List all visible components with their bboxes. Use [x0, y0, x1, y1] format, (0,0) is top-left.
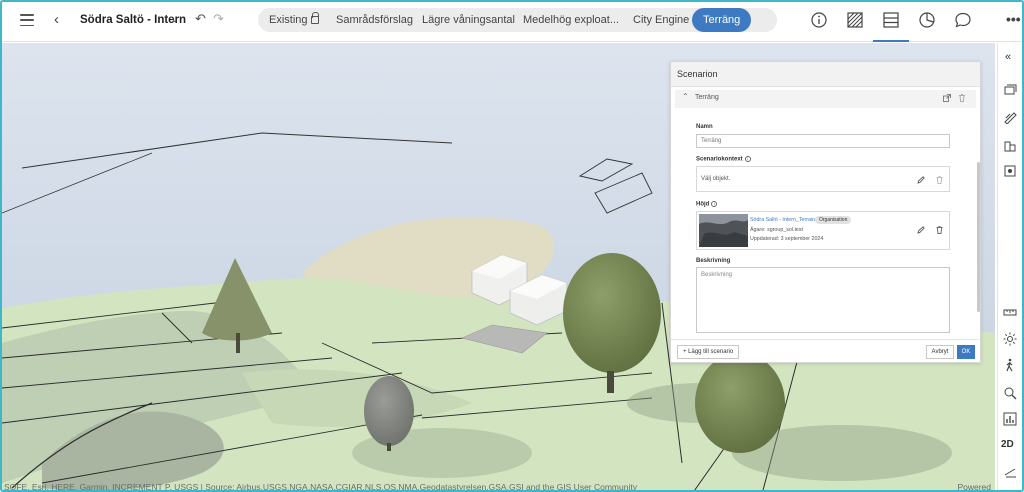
- right-toolbar: « 2D: [997, 43, 1022, 490]
- delete-icon[interactable]: [936, 176, 943, 184]
- context-value: Välj objekt.: [701, 176, 731, 182]
- open-external-icon[interactable]: [943, 94, 951, 102]
- context-selector[interactable]: Välj objekt.: [696, 166, 950, 192]
- tab-existing[interactable]: Existing: [269, 8, 319, 32]
- delete-icon[interactable]: [936, 226, 943, 234]
- add-scenario-label: Lägg till scenario: [688, 349, 734, 355]
- chart-icon[interactable]: [1003, 412, 1017, 426]
- cancel-button[interactable]: Avbryt: [926, 345, 954, 359]
- back-chevron-icon[interactable]: ‹: [54, 11, 59, 28]
- sketch-icon[interactable]: [1003, 110, 1017, 124]
- chevron-down-icon[interactable]: ⌄: [170, 12, 179, 25]
- 2d-toggle[interactable]: 2D: [1001, 439, 1014, 450]
- delete-icon[interactable]: [958, 94, 966, 102]
- edit-icon[interactable]: [917, 176, 925, 184]
- tab-terrang[interactable]: Terräng: [692, 8, 752, 32]
- collapse-icon[interactable]: «: [1005, 51, 1011, 63]
- search-place-icon[interactable]: [1003, 386, 1017, 400]
- map-attribution[interactable]: SOFE, Esri, HERE, Garmin, INCREMENT P, U…: [4, 482, 637, 490]
- powered-by-label[interactable]: Powered: [957, 482, 991, 490]
- pie-chart-icon[interactable]: [918, 11, 936, 29]
- menu-icon[interactable]: [20, 14, 34, 26]
- height-label: Höjd i: [696, 201, 718, 208]
- height-label-text: Höjd: [696, 201, 710, 208]
- analysis-icon[interactable]: [1003, 164, 1017, 178]
- scenario-tabs: Existing Samrådsförslag Lägre våningsant…: [258, 8, 1021, 32]
- comment-icon[interactable]: [954, 11, 972, 29]
- tab-medelhog-exploatering[interactable]: Medelhög exploat...: [523, 8, 619, 32]
- slice-icon[interactable]: [1003, 465, 1017, 479]
- description-textarea[interactable]: Beskrivning: [696, 267, 950, 333]
- tab-label: Existing: [269, 14, 308, 26]
- panel-footer-divider: [671, 339, 980, 340]
- name-input[interactable]: Terräng: [696, 134, 950, 148]
- context-label-text: Scenariokontext: [696, 156, 743, 163]
- info-icon[interactable]: i: [711, 201, 718, 207]
- scenario-section-header[interactable]: ⌃ Terräng: [675, 90, 976, 108]
- map-layers-icon[interactable]: [1003, 84, 1017, 98]
- scenario-panel: Scenarion ⌃ Terräng Namn Terräng Scenari…: [670, 61, 981, 363]
- name-label: Namn: [696, 124, 713, 130]
- info-icon[interactable]: [810, 11, 828, 29]
- tab-lagre-vaningsantal[interactable]: Lägre våningsantal: [422, 8, 515, 32]
- height-layer-updated: Uppdaterad: 3 september 2024: [750, 236, 824, 242]
- height-layer-owner: Ägare: sgroup_sol.test: [750, 227, 803, 233]
- section-title: Terräng: [695, 94, 719, 101]
- more-tabs-icon[interactable]: •••: [1006, 8, 1021, 32]
- hatch-pattern-icon[interactable]: [846, 11, 864, 29]
- height-layer-name[interactable]: Södra Saltö - Intern_Terrain: [750, 217, 815, 223]
- tab-samradsforslag[interactable]: Samrådsförslag: [336, 8, 413, 32]
- ok-button[interactable]: OK: [957, 345, 975, 359]
- top-header: ‹ Södra Saltö - Intern ⌄ ↶ ↷ Existing Sa…: [2, 2, 1022, 42]
- lock-icon: [310, 12, 319, 24]
- undo-icon[interactable]: ↶: [195, 11, 206, 27]
- description-label: Beskrivning: [696, 258, 731, 264]
- app-frame: ‹ Södra Saltö - Intern ⌄ ↶ ↷ Existing Sa…: [0, 0, 1024, 492]
- redo-icon[interactable]: ↷: [213, 11, 224, 27]
- add-scenario-button[interactable]: + Lägg till scenario: [677, 345, 740, 359]
- panel-scrollbar[interactable]: [977, 162, 980, 312]
- sun-icon[interactable]: [1003, 332, 1017, 346]
- edit-icon[interactable]: [917, 226, 925, 234]
- walk-icon[interactable]: [1003, 358, 1017, 372]
- chevron-up-icon[interactable]: ⌃: [682, 92, 689, 101]
- terrain-thumbnail: [699, 214, 748, 247]
- info-icon[interactable]: i: [744, 156, 751, 162]
- tab-city-engine[interactable]: City Engine: [633, 8, 689, 32]
- active-tool-indicator: [873, 40, 909, 42]
- measure-icon[interactable]: [1003, 305, 1017, 319]
- height-layer-item[interactable]: Södra Saltö - Intern_Terrain Organisatio…: [696, 211, 950, 250]
- panel-title: Scenarion: [677, 69, 718, 79]
- buildings-icon[interactable]: [1003, 138, 1017, 152]
- layers-list-icon[interactable]: [882, 11, 900, 29]
- context-label: Scenariokontext i: [696, 156, 751, 163]
- organisation-badge: Organisation: [815, 216, 852, 224]
